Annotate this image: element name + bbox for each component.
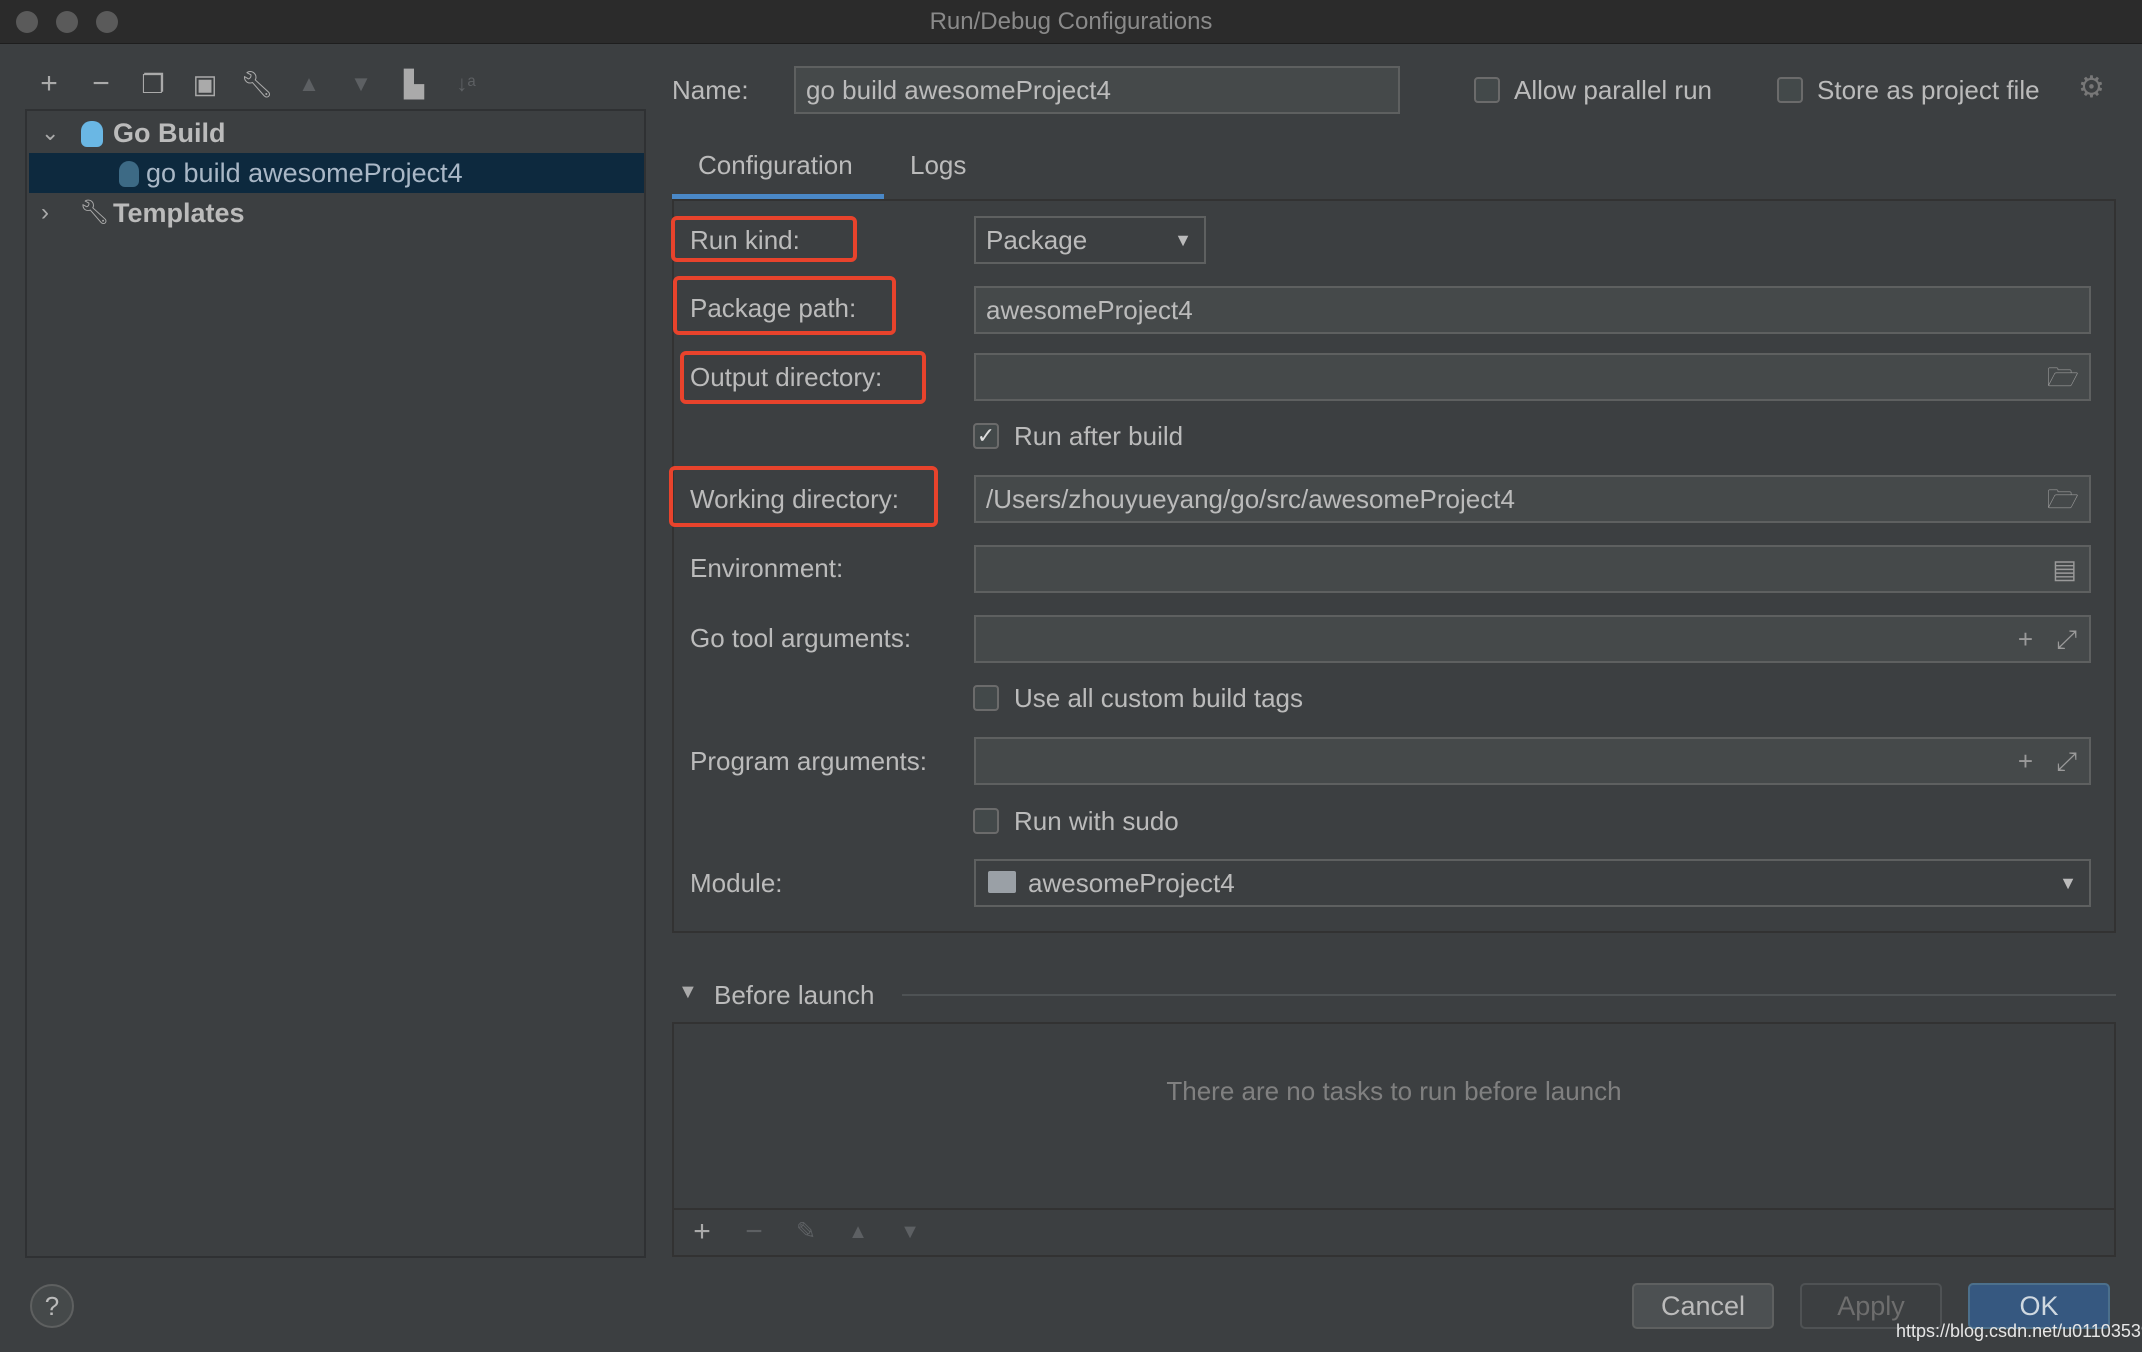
- sort-alpha-icon[interactable]: ↓ᵃ: [448, 66, 484, 102]
- name-input[interactable]: go build awesomeProject4: [794, 66, 1400, 114]
- remove-task-icon[interactable]: −: [736, 1214, 772, 1250]
- watermark: https://blog.csdn.net/u011035397: [1896, 1321, 2142, 1341]
- working-directory-value: /Users/zhouyueyang/go/src/awesomeProject…: [986, 484, 1515, 514]
- environment-label: Environment:: [690, 553, 844, 583]
- plus-icon[interactable]: +: [2018, 739, 2033, 783]
- run-with-sudo-label: Run with sudo: [1014, 806, 1179, 836]
- plus-icon[interactable]: +: [31, 66, 67, 102]
- folder-icon[interactable]: 🗁: [2047, 477, 2079, 521]
- run-after-build-label: Run after build: [1014, 421, 1184, 451]
- run-kind-value: Package: [986, 225, 1088, 255]
- gopher-icon: [119, 161, 139, 187]
- package-path-label: Package path:: [690, 293, 857, 323]
- help-button[interactable]: ?: [30, 1284, 74, 1328]
- tab-configuration[interactable]: Configuration: [698, 148, 853, 182]
- module-select[interactable]: awesomeProject4 ▼: [974, 859, 2091, 907]
- store-as-project-file-checkbox[interactable]: [1777, 77, 1803, 103]
- plus-icon[interactable]: +: [2018, 617, 2033, 661]
- wrench-icon: 🔧︎: [79, 199, 110, 226]
- move-down-icon[interactable]: ▼: [892, 1214, 928, 1250]
- run-kind-select[interactable]: Package ▼: [974, 216, 1206, 264]
- dropdown-arrow-icon: ▼: [2059, 873, 2077, 893]
- cancel-button[interactable]: Cancel: [1632, 1283, 1774, 1329]
- gopher-icon: [81, 121, 103, 147]
- module-folder-icon: [988, 871, 1016, 893]
- folder-icon[interactable]: 🗁: [2047, 355, 2079, 399]
- allow-parallel-run-label: Allow parallel run: [1514, 75, 1712, 105]
- environment-input[interactable]: ▤: [974, 545, 2091, 593]
- program-arguments-input[interactable]: + ⤢: [974, 737, 2091, 785]
- module-label: Module:: [690, 868, 783, 898]
- allow-parallel-run-checkbox[interactable]: [1474, 77, 1500, 103]
- wrench-icon[interactable]: 🔧︎: [239, 66, 275, 102]
- working-directory-input[interactable]: /Users/zhouyueyang/go/src/awesomeProject…: [974, 475, 2091, 523]
- chevron-right-icon[interactable]: ›: [41, 193, 49, 233]
- collapse-triangle-icon[interactable]: ▼: [678, 981, 698, 1004]
- move-up-icon[interactable]: ▲: [840, 1214, 876, 1250]
- tab-logs[interactable]: Logs: [910, 148, 966, 182]
- go-tool-arguments-label: Go tool arguments:: [690, 623, 912, 653]
- dropdown-arrow-icon: ▼: [1174, 230, 1192, 250]
- expand-icon[interactable]: ⤢: [2056, 617, 2077, 661]
- chevron-down-icon[interactable]: ⌄: [41, 113, 59, 153]
- run-after-build-checkbox[interactable]: ✓: [973, 423, 999, 449]
- output-directory-label: Output directory:: [690, 362, 883, 392]
- divider: [674, 1208, 2114, 1210]
- program-arguments-label: Program arguments:: [690, 746, 927, 776]
- output-directory-input[interactable]: 🗁: [974, 353, 2091, 401]
- tree-item-go-build-awesomeproject4[interactable]: go build awesomeProject4: [29, 153, 644, 193]
- document-icon[interactable]: ▤: [2052, 547, 2077, 591]
- edit-task-icon[interactable]: ✎: [788, 1214, 824, 1250]
- arrow-down-icon[interactable]: ▼: [343, 66, 379, 102]
- expand-icon[interactable]: ⤢: [2056, 739, 2077, 783]
- use-all-custom-build-tags-checkbox[interactable]: [973, 685, 999, 711]
- store-as-project-file-label: Store as project file: [1817, 75, 2040, 105]
- tree-group-go-build[interactable]: ⌄ Go Build: [29, 113, 644, 153]
- save-icon[interactable]: ▣: [187, 66, 223, 102]
- working-directory-label: Working directory:: [690, 484, 900, 514]
- go-tool-arguments-input[interactable]: + ⤢: [974, 615, 2091, 663]
- name-label: Name:: [672, 75, 749, 105]
- title-bar: Run/Debug Configurations: [0, 0, 2142, 44]
- configuration-tree: ⌄ Go Build go build awesomeProject4 › 🔧︎…: [25, 109, 646, 1258]
- package-path-input[interactable]: awesomeProject4: [974, 286, 2091, 334]
- tree-item-label: go build awesomeProject4: [146, 158, 463, 188]
- tree-templates-label: Templates: [113, 198, 245, 228]
- module-value: awesomeProject4: [1028, 868, 1235, 898]
- copy-icon[interactable]: ❐: [135, 66, 171, 102]
- new-folder-icon[interactable]: ▙: [396, 66, 432, 102]
- add-task-icon[interactable]: +: [684, 1214, 720, 1250]
- run-with-sudo-checkbox[interactable]: [973, 808, 999, 834]
- use-all-custom-build-tags-label: Use all custom build tags: [1014, 683, 1304, 713]
- divider: [902, 994, 2116, 996]
- before-launch-panel: There are no tasks to run before launch …: [672, 1022, 2116, 1257]
- arrow-up-icon[interactable]: ▲: [291, 66, 327, 102]
- run-kind-label: Run kind:: [690, 225, 800, 255]
- before-launch-title: Before launch: [714, 980, 875, 1010]
- empty-tasks-message: There are no tasks to run before launch: [1166, 1076, 1622, 1106]
- tree-group-label: Go Build: [113, 118, 226, 148]
- minus-icon[interactable]: −: [83, 66, 119, 102]
- tree-group-templates[interactable]: › 🔧︎ Templates: [29, 193, 644, 233]
- gear-icon[interactable]: ⚙: [2078, 70, 2105, 105]
- window-title: Run/Debug Configurations: [929, 8, 1213, 35]
